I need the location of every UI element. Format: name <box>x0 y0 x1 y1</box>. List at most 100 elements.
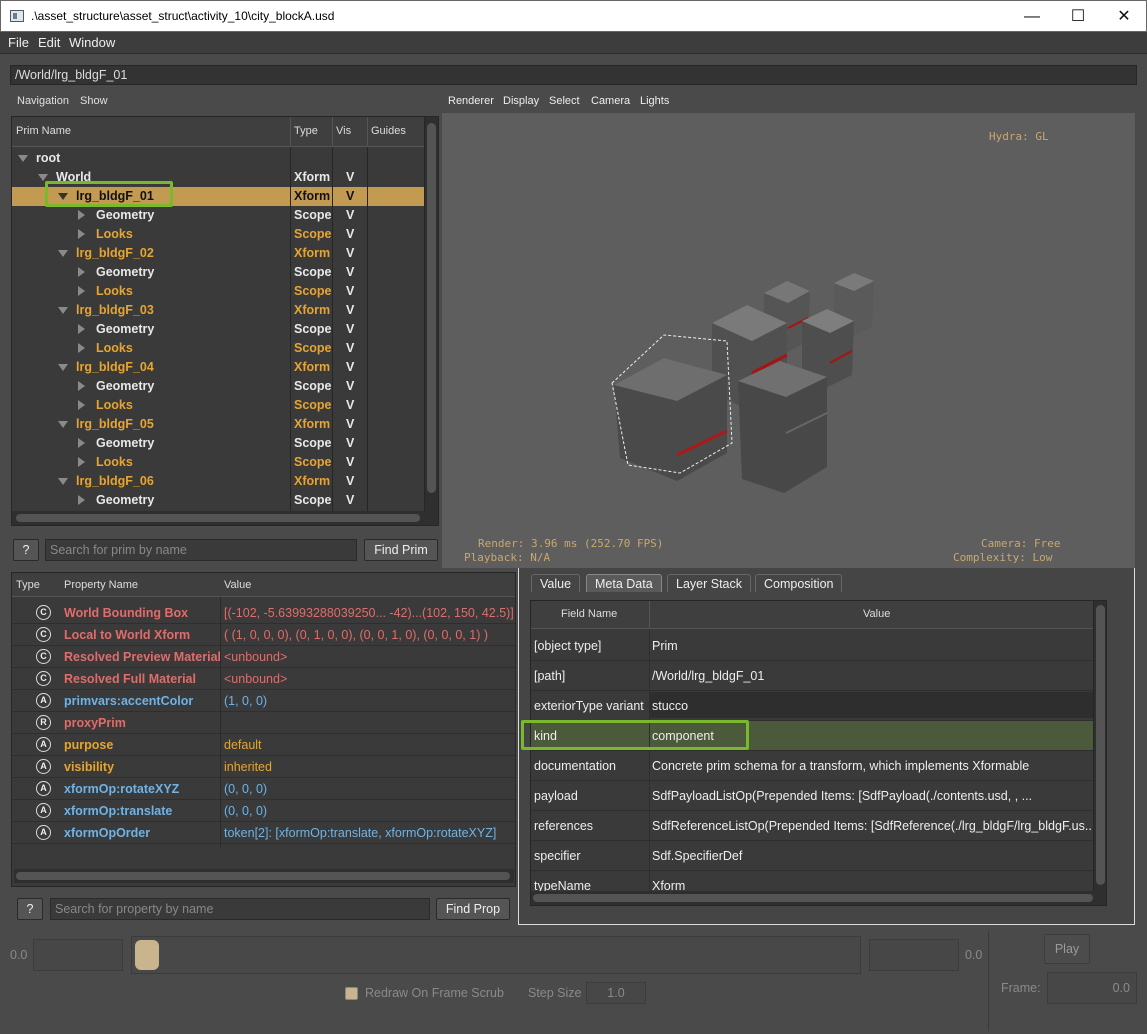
prim-visibility-toggle[interactable]: V <box>346 398 354 412</box>
prim-tree-row[interactable]: Looks Scope V <box>12 282 426 301</box>
prim-tree-row[interactable]: Geometry Scope V <box>12 377 426 396</box>
frame-slider-handle[interactable] <box>135 940 159 970</box>
prim-visibility-toggle[interactable]: V <box>346 493 354 507</box>
maximize-button[interactable]: ☐ <box>1055 1 1101 32</box>
menu-show[interactable]: Show <box>80 95 108 107</box>
col-prop-type[interactable]: Type <box>16 579 40 591</box>
col-field-value[interactable]: Value <box>863 608 890 620</box>
meta-horizontal-scrollbar[interactable] <box>531 891 1106 905</box>
prim-visibility-toggle[interactable]: V <box>346 417 354 431</box>
prim-visibility-toggle[interactable]: V <box>346 360 354 374</box>
prim-path-field[interactable]: /World/lrg_bldgF_01 <box>10 65 1137 85</box>
metadata-row[interactable]: [object type] Prim <box>531 631 1106 661</box>
tab-layer-stack[interactable]: Layer Stack <box>667 574 752 592</box>
metadata-row[interactable]: [path] /World/lrg_bldgF_01 <box>531 661 1106 691</box>
property-row[interactable]: Aprimvars:accentColor (1, 0, 0) <box>12 690 515 712</box>
expand-arrow-right-icon[interactable] <box>78 438 85 448</box>
prop-hscroll-thumb[interactable] <box>16 872 510 880</box>
prim-visibility-toggle[interactable]: V <box>346 189 354 203</box>
expand-arrow-right-icon[interactable] <box>78 229 85 239</box>
menu-display[interactable]: Display <box>503 95 539 107</box>
col-prim-name[interactable]: Prim Name <box>16 125 71 137</box>
expand-arrow-right-icon[interactable] <box>78 343 85 353</box>
redraw-checkbox[interactable] <box>345 987 358 1000</box>
menu-window[interactable]: Window <box>69 35 115 50</box>
tree-help-button[interactable]: ? <box>13 539 39 561</box>
find-prim-button[interactable]: Find Prim <box>364 539 438 561</box>
prim-tree-row[interactable]: lrg_bldgF_04 Xform V <box>12 358 426 377</box>
prim-tree-row[interactable]: Looks Scope V <box>12 225 426 244</box>
find-prop-button[interactable]: Find Prop <box>436 898 510 920</box>
frame-slider[interactable] <box>131 936 861 974</box>
prim-visibility-toggle[interactable]: V <box>346 455 354 469</box>
col-vis[interactable]: Vis <box>336 125 351 137</box>
property-row[interactable]: C Resolved Preview Material <unbound> <box>12 646 515 668</box>
property-row[interactable]: AxformOp:translate (0, 0, 0) <box>12 800 515 822</box>
prim-tree-row[interactable]: Geometry Scope V <box>12 320 426 339</box>
prim-tree-row[interactable]: lrg_bldgF_05 Xform V <box>12 415 426 434</box>
play-button[interactable]: Play <box>1044 934 1090 964</box>
metadata-row[interactable]: exteriorType variant stucco <box>531 691 1106 721</box>
prim-tree-row[interactable]: Geometry Scope V <box>12 206 426 225</box>
expand-arrow-down-icon[interactable] <box>58 478 68 485</box>
menu-lights[interactable]: Lights <box>640 95 669 107</box>
col-prop-value[interactable]: Value <box>224 579 251 591</box>
expand-arrow-right-icon[interactable] <box>78 495 85 505</box>
menu-navigation[interactable]: Navigation <box>17 95 69 107</box>
tab-value[interactable]: Value <box>531 574 581 592</box>
prim-tree-row[interactable]: Geometry Scope V <box>12 263 426 282</box>
expand-arrow-right-icon[interactable] <box>78 400 85 410</box>
expand-arrow-right-icon[interactable] <box>78 210 85 220</box>
tab-composition[interactable]: Composition <box>755 574 843 592</box>
prim-tree-row[interactable]: Geometry Scope V <box>12 434 426 453</box>
menu-file[interactable]: File <box>8 35 29 50</box>
frame-field[interactable]: 0.0 <box>1047 972 1137 1004</box>
property-row[interactable]: AxformOp:rotateXYZ (0, 0, 0) <box>12 778 515 800</box>
property-row[interactable]: Apurpose default <box>12 734 515 756</box>
end-frame-field[interactable] <box>869 939 959 971</box>
tree-scroll-thumb[interactable] <box>427 123 436 493</box>
expand-arrow-right-icon[interactable] <box>78 267 85 277</box>
viewport[interactable] <box>442 113 1135 568</box>
expand-arrow-down-icon[interactable] <box>18 155 28 162</box>
expand-arrow-down-icon[interactable] <box>58 421 68 428</box>
property-row[interactable]: C World Bounding Box [(-102, -5.6399328803… <box>12 602 515 624</box>
menu-edit[interactable]: Edit <box>38 35 60 50</box>
prop-help-button[interactable]: ? <box>17 898 43 920</box>
metadata-row[interactable]: payload SdfPayloadListOp(Prepended Items:… <box>531 781 1106 811</box>
prim-visibility-toggle[interactable]: V <box>346 170 354 184</box>
meta-vertical-scrollbar[interactable] <box>1093 601 1106 891</box>
prim-tree-row[interactable]: Looks Scope V <box>12 396 426 415</box>
prim-visibility-toggle[interactable]: V <box>346 436 354 450</box>
prim-tree-row[interactable]: Looks Scope V <box>12 453 426 472</box>
prim-visibility-toggle[interactable]: V <box>346 208 354 222</box>
minimize-button[interactable]: — <box>1009 1 1055 32</box>
prim-visibility-toggle[interactable]: V <box>346 341 354 355</box>
prim-tree-row[interactable]: lrg_bldgF_06 Xform V <box>12 472 426 491</box>
metadata-row[interactable]: specifier Sdf.SpecifierDef <box>531 841 1106 871</box>
property-row[interactable]: C Resolved Full Material <unbound> <box>12 668 515 690</box>
prim-visibility-toggle[interactable]: V <box>346 284 354 298</box>
metadata-row[interactable]: references SdfReferenceListOp(Prepended I… <box>531 811 1106 841</box>
col-prop-name[interactable]: Property Name <box>64 579 138 591</box>
property-row[interactable]: RproxyPrim <box>12 712 515 734</box>
col-field-name[interactable]: Field Name <box>561 608 617 620</box>
expand-arrow-right-icon[interactable] <box>78 381 85 391</box>
step-size-field[interactable]: 1.0 <box>586 982 646 1004</box>
prim-visibility-toggle[interactable]: V <box>346 379 354 393</box>
prim-visibility-toggle[interactable]: V <box>346 265 354 279</box>
expand-arrow-right-icon[interactable] <box>78 324 85 334</box>
expand-arrow-down-icon[interactable] <box>58 364 68 371</box>
col-type[interactable]: Type <box>294 125 318 137</box>
prim-search-input[interactable]: Search for prim by name <box>45 539 357 561</box>
prim-tree-row[interactable]: root <box>12 149 426 168</box>
property-row[interactable]: Avisibility inherited <box>12 756 515 778</box>
tree-vertical-scrollbar[interactable] <box>424 117 438 511</box>
menu-renderer[interactable]: Renderer <box>448 95 494 107</box>
expand-arrow-down-icon[interactable] <box>38 174 48 181</box>
expand-arrow-down-icon[interactable] <box>58 307 68 314</box>
expand-arrow-down-icon[interactable] <box>58 250 68 257</box>
meta-scroll-thumb[interactable] <box>1096 605 1105 885</box>
meta-hscroll-thumb[interactable] <box>533 894 1093 902</box>
prim-tree-row[interactable]: lrg_bldgF_02 Xform V <box>12 244 426 263</box>
